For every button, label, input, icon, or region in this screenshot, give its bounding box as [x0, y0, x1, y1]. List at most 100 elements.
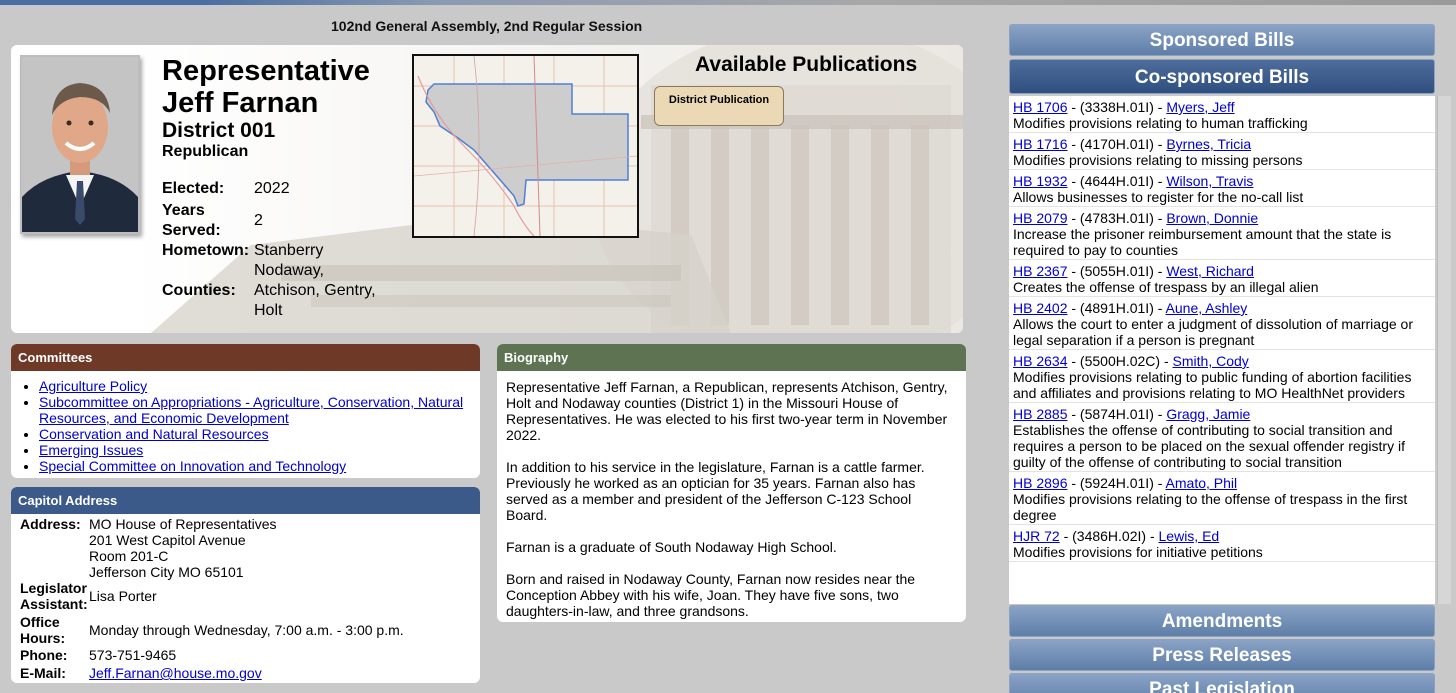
bill-lr-number: - (5055H.01I) - [1067, 263, 1167, 279]
elected-label: Elected: [162, 180, 225, 197]
bill-item: HB 2896 - (5924H.01I) - Amato, Phil Modi… [1009, 472, 1435, 525]
bill-item: HB 2885 - (5874H.01I) - Gragg, Jamie Est… [1009, 403, 1435, 472]
available-publications-heading: Available Publications [695, 53, 918, 76]
bill-item: HB 1932 - (4644H.01I) - Wilson, Travis A… [1009, 170, 1435, 207]
district-publication-button[interactable]: District Publication [654, 86, 784, 126]
office-hours-value: Monday through Wednesday, 7:00 a.m. - 3:… [89, 622, 404, 638]
past-legislation-tab[interactable]: Past Legislation [1009, 673, 1435, 693]
bill-number-link[interactable]: HB 2896 [1013, 475, 1067, 491]
bill-description: Allows the court to enter a judgment of … [1013, 316, 1413, 348]
biography-header: Biography [497, 344, 966, 371]
assistant-value: Lisa Porter [89, 588, 157, 604]
party-label: Republican [162, 143, 249, 160]
bill-sponsor-link[interactable]: Byrnes, Tricia [1166, 136, 1251, 152]
committee-link[interactable]: Special Committee on Innovation and Tech… [39, 458, 346, 474]
years-served-label: Years Served: [162, 202, 221, 239]
bill-description: Modifies provisions relating to human tr… [1013, 115, 1308, 131]
bill-number-link[interactable]: HB 2402 [1013, 300, 1067, 316]
bill-sponsor-link[interactable]: Lewis, Ed [1159, 528, 1220, 544]
email-link[interactable]: Jeff.Farnan@house.mo.gov [89, 665, 469, 681]
cosponsored-bills-tab[interactable]: Co-sponsored Bills [1009, 59, 1435, 94]
elected-value: 2022 [254, 180, 290, 197]
biography-paragraph: In addition to his service in the legisl… [506, 459, 925, 523]
bill-number-link[interactable]: HB 1716 [1013, 136, 1067, 152]
committees-panel: Committees Agriculture Policy Subcommitt… [11, 344, 480, 478]
capitol-address-header: Capitol Address [11, 487, 480, 514]
years-served-value: 2 [254, 212, 263, 229]
bill-lr-number: - (4891H.01I) - [1067, 300, 1166, 316]
bill-item: HB 2079 - (4783H.01I) - Brown, Donnie In… [1009, 207, 1435, 260]
bill-item: HB 2367 - (5055H.01I) - West, Richard Cr… [1009, 260, 1435, 297]
bill-sponsor-link[interactable]: Wilson, Travis [1166, 173, 1253, 189]
bill-lr-number: - (3338H.01I) - [1067, 99, 1167, 115]
cosponsored-bills-list: HB 1706 - (3338H.01I) - Myers, Jeff Modi… [1009, 96, 1435, 604]
bill-lr-number: - (5924H.01I) - [1067, 475, 1166, 491]
bill-item: HB 2402 - (4891H.01I) - Aune, Ashley All… [1009, 297, 1435, 350]
bill-sponsor-link[interactable]: Aune, Ashley [1166, 300, 1248, 316]
biography-paragraph: Born and raised in Nodaway County, Farna… [506, 571, 916, 619]
office-hours-label: Office Hours: [20, 614, 66, 646]
district-map[interactable] [412, 54, 639, 238]
bill-description: Modifies provisions relating to public f… [1013, 369, 1412, 401]
representative-photo [20, 55, 140, 234]
bill-number-link[interactable]: HB 1932 [1013, 173, 1067, 189]
address-line: 201 West Capitol Avenue [89, 532, 246, 548]
bill-number-link[interactable]: HB 2885 [1013, 406, 1067, 422]
assistant-label: Legislator Assistant: [20, 580, 88, 612]
bill-lr-number: - (5500H.02C) - [1067, 353, 1173, 369]
name-text: Jeff Farnan [162, 87, 319, 119]
committee-link[interactable]: Conservation and Natural Resources [39, 426, 269, 442]
bill-description: Increase the prisoner reimbursement amou… [1013, 226, 1392, 258]
capitol-address-panel: Capitol Address Address: MO House of Rep… [11, 487, 480, 683]
bill-lr-number: - (4783H.01I) - [1067, 210, 1167, 226]
bill-number-link[interactable]: HB 2367 [1013, 263, 1067, 279]
address-line: Jefferson City MO 65101 [89, 564, 244, 580]
counties-value: Nodaway, Atchison, Gentry, Holt [254, 262, 376, 319]
bill-description: Allows businesses to register for the no… [1013, 189, 1304, 205]
biography-panel: Biography Representative Jeff Farnan, a … [497, 344, 966, 622]
sponsored-bills-tab[interactable]: Sponsored Bills [1009, 24, 1435, 56]
bill-lr-number: - (4644H.01I) - [1067, 173, 1167, 189]
committee-item: Agriculture Policy [39, 378, 480, 394]
committee-link[interactable]: Emerging Issues [39, 442, 143, 458]
press-releases-tab[interactable]: Press Releases [1009, 639, 1435, 671]
bill-item: HB 1706 - (3338H.01I) - Myers, Jeff Modi… [1009, 96, 1435, 133]
title-text: Representative [162, 55, 370, 87]
bill-sponsor-link[interactable]: West, Richard [1166, 263, 1254, 279]
bill-number-link[interactable]: HB 1706 [1013, 99, 1067, 115]
bill-lr-number: - (3486H.02I) - [1059, 528, 1159, 544]
biography-paragraph: Representative Jeff Farnan, a Republican… [506, 379, 948, 443]
bill-sponsor-link[interactable]: Amato, Phil [1166, 475, 1238, 491]
top-strip [0, 0, 1456, 5]
committee-item: Subcommittee on Appropriations - Agricul… [39, 394, 480, 426]
bill-sponsor-link[interactable]: Gragg, Jamie [1166, 406, 1250, 422]
bill-sponsor-link[interactable]: Brown, Donnie [1166, 210, 1258, 226]
bill-sponsor-link[interactable]: Myers, Jeff [1166, 99, 1234, 115]
session-title: 102nd General Assembly, 2nd Regular Sess… [331, 18, 643, 34]
counties-label: Counties: [162, 282, 236, 299]
email-label: E-Mail: [20, 665, 66, 681]
amendments-tab[interactable]: Amendments [1009, 605, 1435, 637]
bill-number-link[interactable]: HB 2634 [1013, 353, 1067, 369]
bill-list-scrollbar[interactable] [1437, 96, 1451, 604]
hometown-label: Hometown: [162, 242, 250, 259]
committee-link[interactable]: Agriculture Policy [39, 378, 147, 394]
bill-lr-number: - (4170H.01I) - [1067, 136, 1167, 152]
bill-item: HB 1716 - (4170H.01I) - Byrnes, Tricia M… [1009, 133, 1435, 170]
bill-description: Establishes the offense of contributing … [1013, 422, 1405, 470]
address-line: Room 201-C [89, 548, 169, 564]
bill-number-link[interactable]: HJR 72 [1013, 528, 1060, 544]
address-label: Address: [20, 516, 81, 532]
phone-value: 573-751-9465 [89, 647, 177, 663]
committee-link[interactable]: Subcommittee on Appropriations - Agricul… [39, 394, 463, 426]
address-value: MO House of Representatives 201 West Cap… [89, 516, 469, 580]
committee-item: Conservation and Natural Resources [39, 426, 480, 442]
bill-item: HB 2634 - (5500H.02C) - Smith, Cody Modi… [1009, 350, 1435, 403]
bill-lr-number: - (5874H.01I) - [1067, 406, 1167, 422]
committees-list: Agriculture Policy Subcommittee on Appro… [11, 378, 480, 474]
bill-number-link[interactable]: HB 2079 [1013, 210, 1067, 226]
bill-sponsor-link[interactable]: Smith, Cody [1173, 353, 1249, 369]
bill-description: Modifies provisions relating to missing … [1013, 152, 1303, 168]
address-line: MO House of Representatives [89, 516, 277, 532]
phone-label: Phone: [20, 647, 68, 663]
